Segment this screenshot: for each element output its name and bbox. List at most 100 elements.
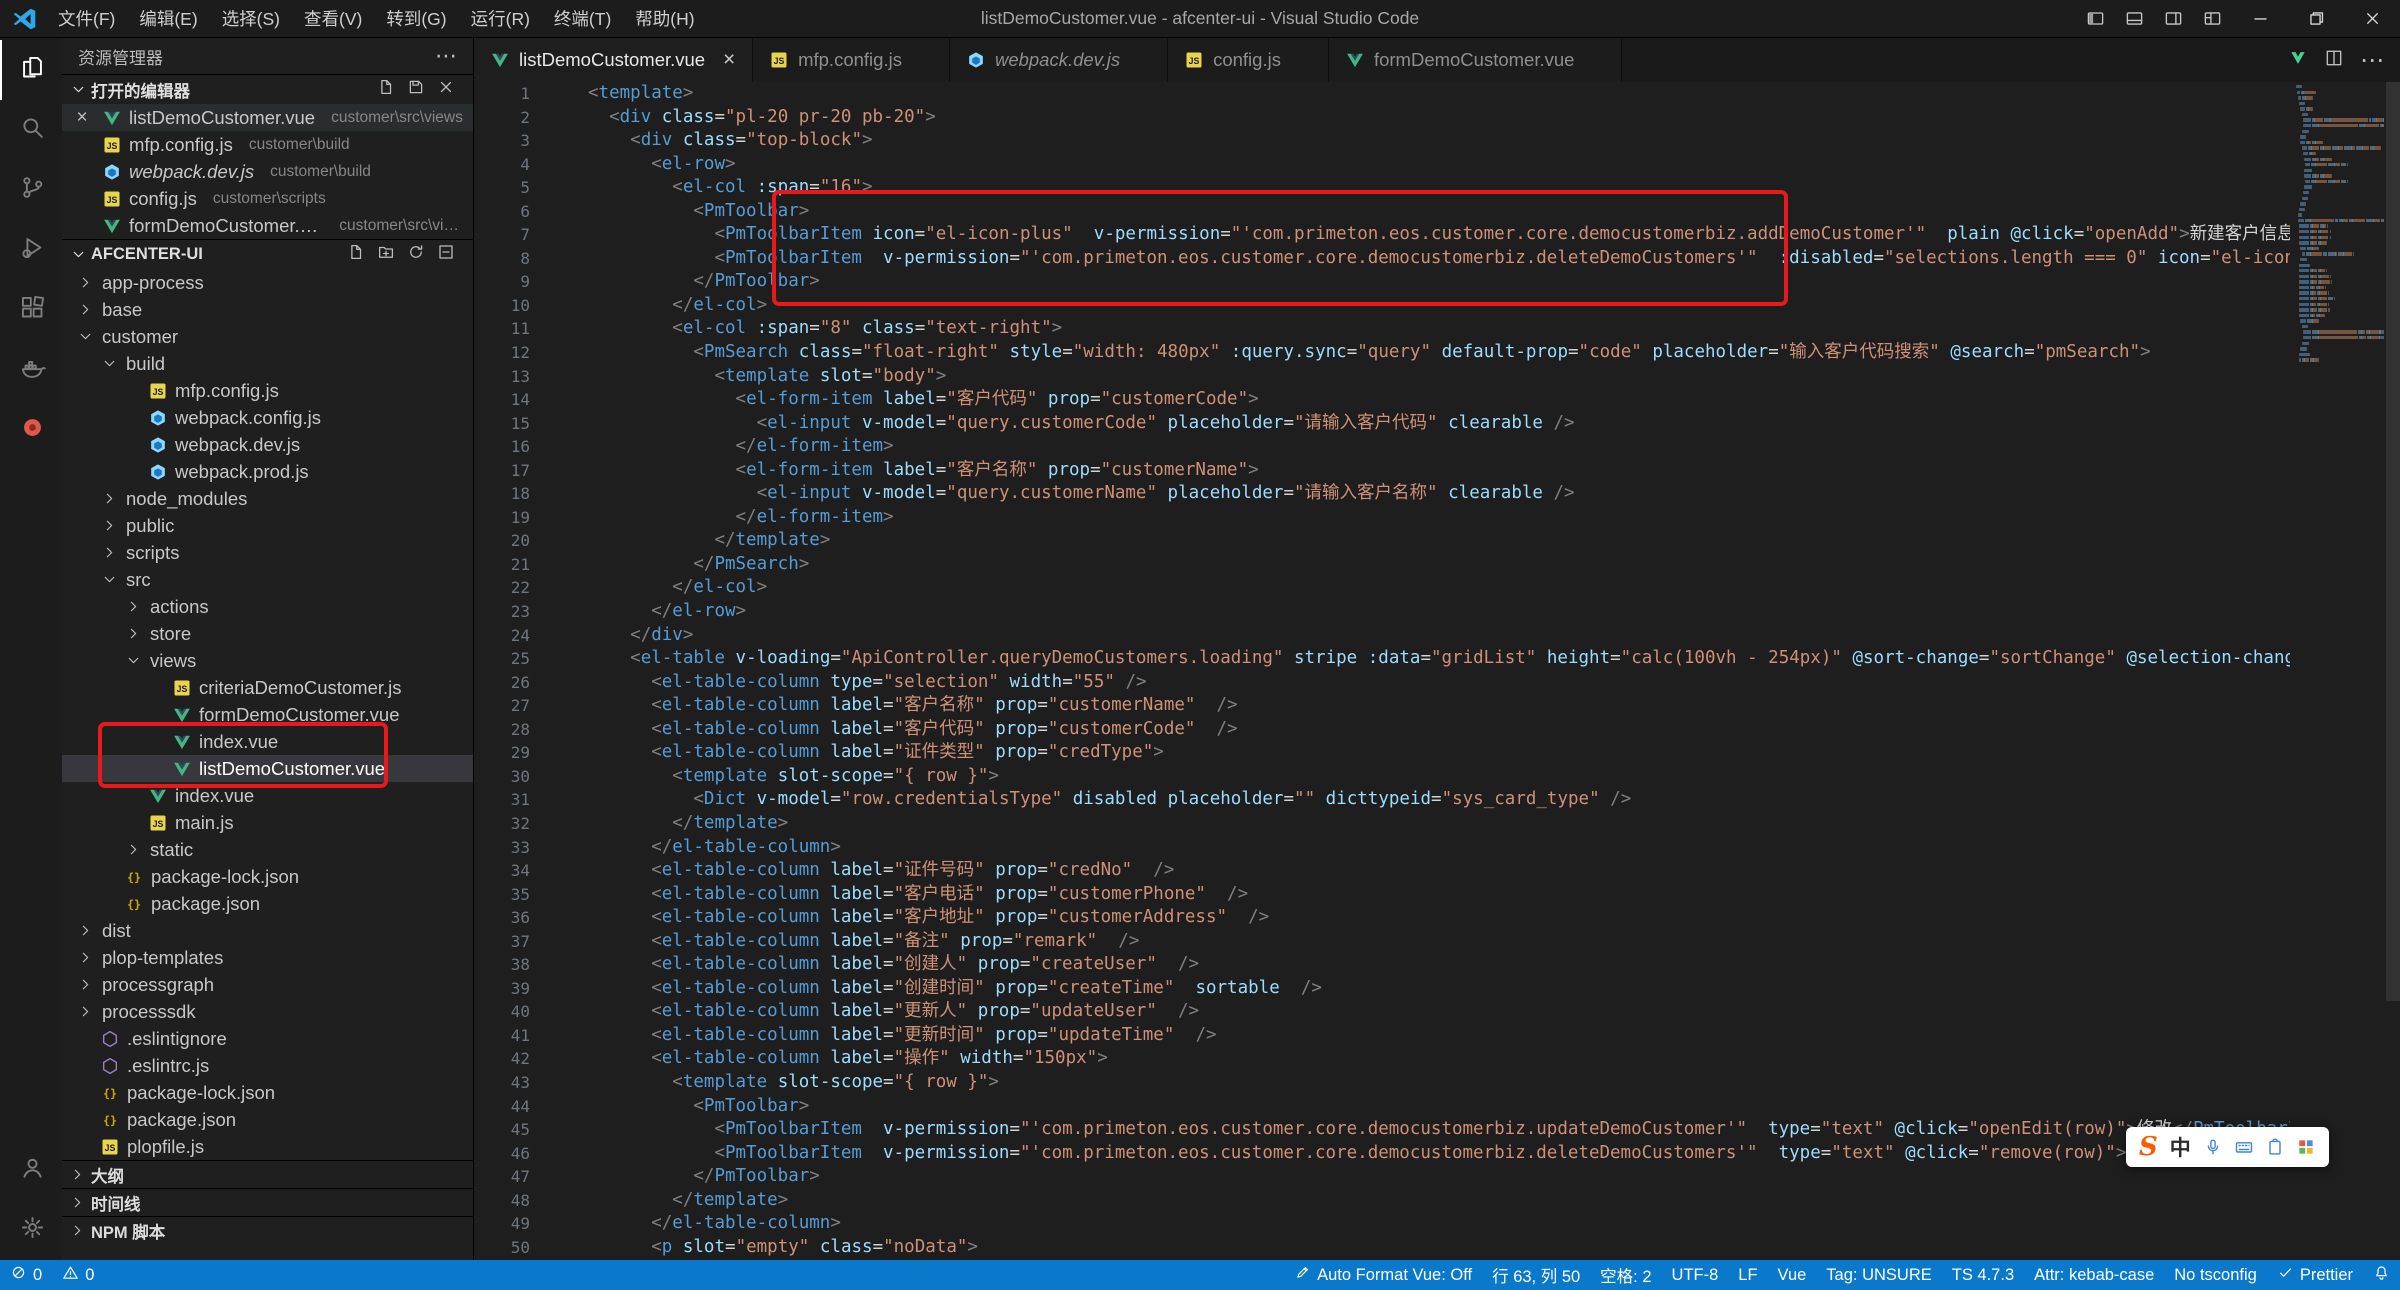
code-line-17[interactable]: 17 <el-form-item label="客户名称" prop="cust… — [474, 459, 2290, 483]
code-line-16[interactable]: 16 </el-form-item> — [474, 435, 2290, 459]
code-line-7[interactable]: 7 <PmToolbarItem icon="el-icon-plus" v-p… — [474, 223, 2290, 247]
code-line-30[interactable]: 30 <template slot-scope="{ row }"> — [474, 765, 2290, 789]
mic-icon[interactable] — [2203, 1137, 2223, 1157]
code-line-19[interactable]: 19 </el-form-item> — [474, 506, 2290, 530]
close-window-button[interactable] — [2344, 0, 2400, 37]
tab-listDemoCustomer.vue[interactable]: listDemoCustomer.vue× — [474, 38, 753, 82]
close-all-icon[interactable] — [437, 78, 455, 101]
new-file-icon[interactable] — [347, 243, 365, 266]
ime-mode-chinese[interactable]: 中 — [2170, 1132, 2191, 1162]
toggle-panel-icon[interactable] — [2115, 0, 2154, 37]
file-webpack.prod.js[interactable]: webpack.prod.js — [62, 458, 473, 485]
tab-config.js[interactable]: JSconfig.js× — [1168, 38, 1329, 82]
folder-scripts[interactable]: scripts — [62, 539, 473, 566]
code-line-27[interactable]: 27 <el-table-column label="客户名称" prop="c… — [474, 694, 2290, 718]
tab-close-icon[interactable]: × — [718, 48, 740, 72]
code-line-4[interactable]: 4 <el-row> — [474, 153, 2290, 177]
file-webpack.config.js[interactable]: webpack.config.js — [62, 404, 473, 431]
file-package.json[interactable]: {}package.json — [62, 1106, 473, 1133]
folder-static[interactable]: static — [62, 836, 473, 863]
code-line-48[interactable]: 48 </template> — [474, 1189, 2290, 1213]
code-line-37[interactable]: 37 <el-table-column label="备注" prop="rem… — [474, 930, 2290, 954]
open-editor-listDemoCustomer.vue[interactable]: ×listDemoCustomer.vuecustomer\src\views — [62, 104, 473, 131]
code-line-39[interactable]: 39 <el-table-column label="创建时间" prop="c… — [474, 977, 2290, 1001]
status-right-Vue[interactable]: Vue — [1768, 1260, 1817, 1290]
file-index.vue[interactable]: index.vue — [62, 782, 473, 809]
folder-views[interactable]: views — [62, 647, 473, 674]
save-all-icon[interactable] — [407, 78, 425, 101]
code-line-46[interactable]: 46 <PmToolbarItem v-permission="'com.pri… — [474, 1142, 2290, 1166]
code-line-21[interactable]: 21 </PmSearch> — [474, 553, 2290, 577]
code-line-26[interactable]: 26 <el-table-column type="selection" wid… — [474, 671, 2290, 695]
file-formDemoCustomer.vue[interactable]: formDemoCustomer.vue — [62, 701, 473, 728]
code-line-8[interactable]: 8 <PmToolbarItem v-permission="'com.prim… — [474, 247, 2290, 271]
scrollbar-thumb[interactable] — [2386, 82, 2400, 1001]
activity-settings[interactable] — [0, 1200, 62, 1260]
code-line-42[interactable]: 42 <el-table-column label="操作" width="15… — [474, 1047, 2290, 1071]
status-left-0[interactable]: 0 — [0, 1260, 52, 1290]
code-line-36[interactable]: 36 <el-table-column label="客户地址" prop="c… — [474, 906, 2290, 930]
code-line-10[interactable]: 10 </el-col> — [474, 294, 2290, 318]
new-file-icon[interactable] — [377, 78, 395, 101]
status-right-Auto-Format-Vue-Off[interactable]: Auto Format Vue: Off — [1284, 1260, 1482, 1290]
code-line-6[interactable]: 6 <PmToolbar> — [474, 200, 2290, 224]
status-right-空格-2[interactable]: 空格: 2 — [1590, 1260, 1661, 1290]
code-line-49[interactable]: 49 </el-table-column> — [474, 1212, 2290, 1236]
file-webpack.dev.js[interactable]: webpack.dev.js — [62, 431, 473, 458]
code-line-47[interactable]: 47 </PmToolbar> — [474, 1165, 2290, 1189]
code-line-29[interactable]: 29 <el-table-column label="证件类型" prop="c… — [474, 741, 2290, 765]
code-line-23[interactable]: 23 </el-row> — [474, 600, 2290, 624]
pane-时间线[interactable]: 时间线 — [62, 1188, 473, 1216]
toggle-sidebar-icon[interactable] — [2076, 0, 2115, 37]
folder-build[interactable]: build — [62, 350, 473, 377]
folder-node_modules[interactable]: node_modules — [62, 485, 473, 512]
open-editors-header[interactable]: 打开的编辑器 — [62, 74, 473, 104]
file-.eslintignore[interactable]: .eslintignore — [62, 1025, 473, 1052]
file-criteriaDemoCustomer.js[interactable]: JScriteriaDemoCustomer.js — [62, 674, 473, 701]
activity-run-debug[interactable] — [0, 220, 62, 280]
pane-NPM 脚本[interactable]: NPM 脚本 — [62, 1216, 473, 1244]
tab-formDemoCustomer.vue[interactable]: formDemoCustomer.vue× — [1329, 38, 1622, 82]
code-line-38[interactable]: 38 <el-table-column label="创建人" prop="cr… — [474, 953, 2290, 977]
menu-item-4[interactable]: 转到(G) — [374, 0, 458, 37]
status-right-Prettier[interactable]: Prettier — [2267, 1260, 2363, 1290]
code-line-22[interactable]: 22 </el-col> — [474, 576, 2290, 600]
code-line-14[interactable]: 14 <el-form-item label="客户代码" prop="cust… — [474, 388, 2290, 412]
menu-item-7[interactable]: 帮助(H) — [623, 0, 706, 37]
code-line-45[interactable]: 45 <PmToolbarItem v-permission="'com.pri… — [474, 1118, 2290, 1142]
file-index.vue[interactable]: index.vue — [62, 728, 473, 755]
code-line-43[interactable]: 43 <template slot-scope="{ row }"> — [474, 1071, 2290, 1095]
restore-button[interactable] — [2288, 0, 2344, 37]
status-right-Tag-UNSURE[interactable]: Tag: UNSURE — [1816, 1260, 1941, 1290]
split-editor-icon[interactable] — [2324, 48, 2344, 73]
customize-layout-icon[interactable] — [2193, 0, 2232, 37]
activity-extensions[interactable] — [0, 280, 62, 340]
clipboard-icon[interactable] — [2265, 1137, 2285, 1157]
code-line-13[interactable]: 13 <template slot="body"> — [474, 365, 2290, 389]
editor-scrollbar[interactable] — [2386, 82, 2400, 1260]
folder-actions[interactable]: actions — [62, 593, 473, 620]
minimize-button[interactable] — [2232, 0, 2288, 37]
refresh-icon[interactable] — [407, 243, 425, 266]
folder-app-process[interactable]: app-process — [62, 269, 473, 296]
file-package-lock.json[interactable]: {}package-lock.json — [62, 863, 473, 890]
close-editor-icon[interactable]: × — [70, 107, 94, 129]
code-line-34[interactable]: 34 <el-table-column label="证件号码" prop="c… — [474, 859, 2290, 883]
activity-extension-red[interactable] — [0, 400, 62, 460]
file-plopfile.js[interactable]: JSplopfile.js — [62, 1133, 473, 1160]
status-right-Attr-kebab-case[interactable]: Attr: kebab-case — [2024, 1260, 2164, 1290]
status-right-No-tsconfig[interactable]: No tsconfig — [2164, 1260, 2267, 1290]
code-line-9[interactable]: 9 </PmToolbar> — [474, 270, 2290, 294]
activity-docker[interactable] — [0, 340, 62, 400]
code-line-50[interactable]: 50 <p slot="empty" class="noData"> — [474, 1236, 2290, 1260]
open-editor-config.js[interactable]: ×JSconfig.jscustomer\scripts — [62, 185, 473, 212]
code-line-3[interactable]: 3 <div class="top-block"> — [474, 129, 2290, 153]
minimap[interactable] — [2296, 85, 2384, 364]
code-line-11[interactable]: 11 <el-col :span="8" class="text-right"> — [474, 317, 2290, 341]
grid-icon[interactable] — [2296, 1137, 2316, 1157]
status-right-TS-4-7-3[interactable]: TS 4.7.3 — [1942, 1260, 2024, 1290]
code-line-2[interactable]: 2 <div class="pl-20 pr-20 pb-20"> — [474, 106, 2290, 130]
code-line-25[interactable]: 25 <el-table v-loading="ApiController.qu… — [474, 647, 2290, 671]
code-line-44[interactable]: 44 <PmToolbar> — [474, 1095, 2290, 1119]
folder-store[interactable]: store — [62, 620, 473, 647]
